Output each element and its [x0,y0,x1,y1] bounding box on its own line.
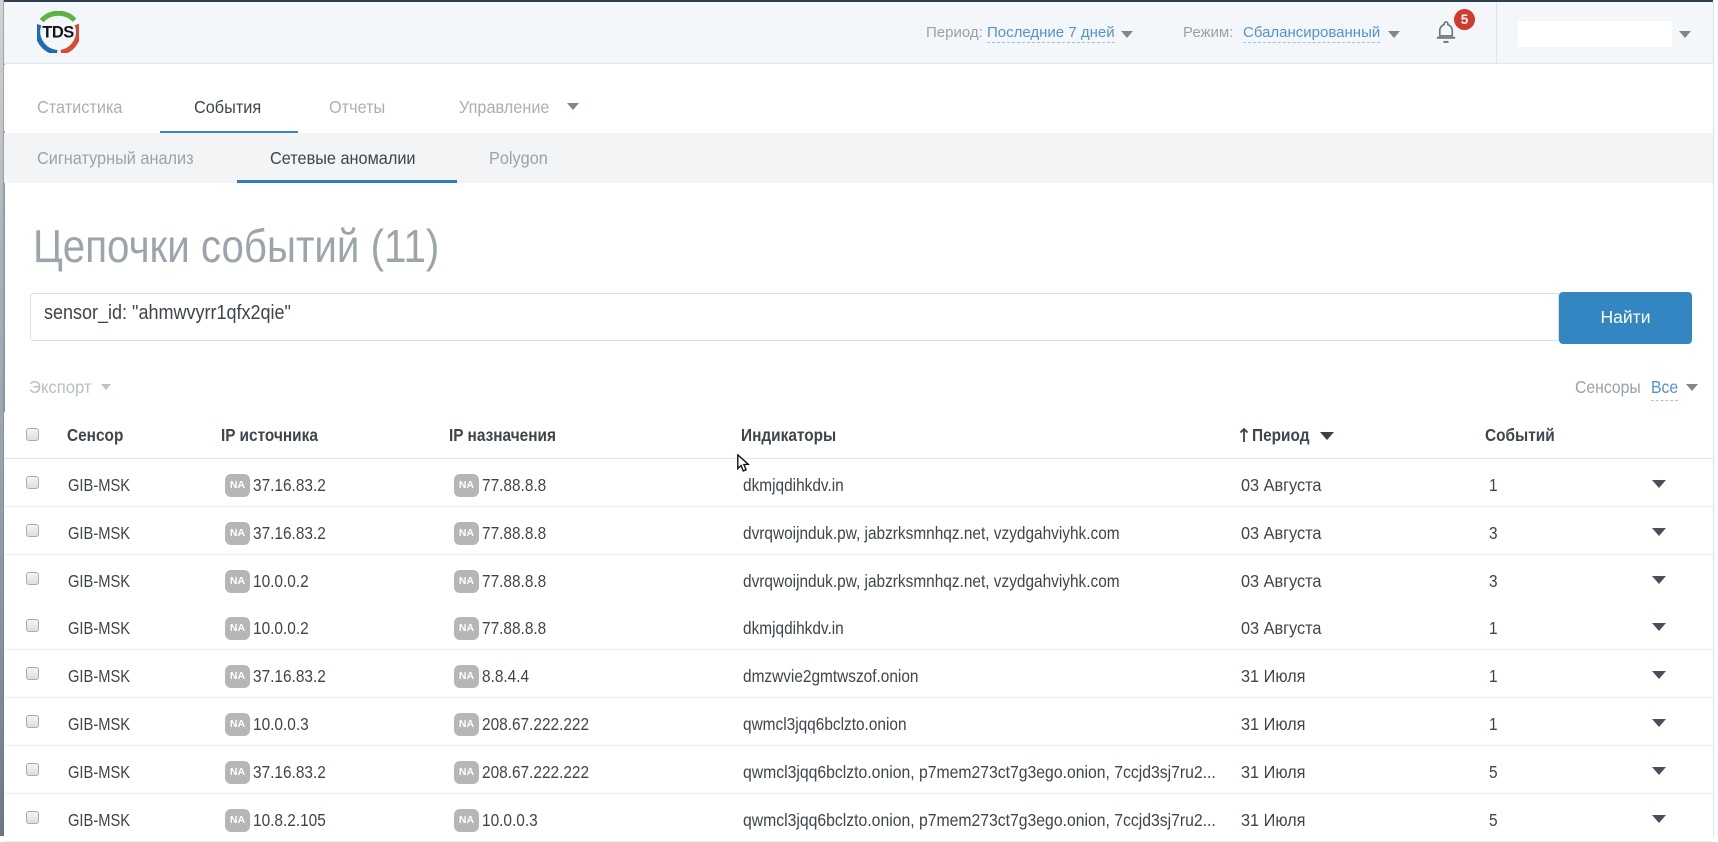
svg-text:TDS: TDS [42,23,74,41]
